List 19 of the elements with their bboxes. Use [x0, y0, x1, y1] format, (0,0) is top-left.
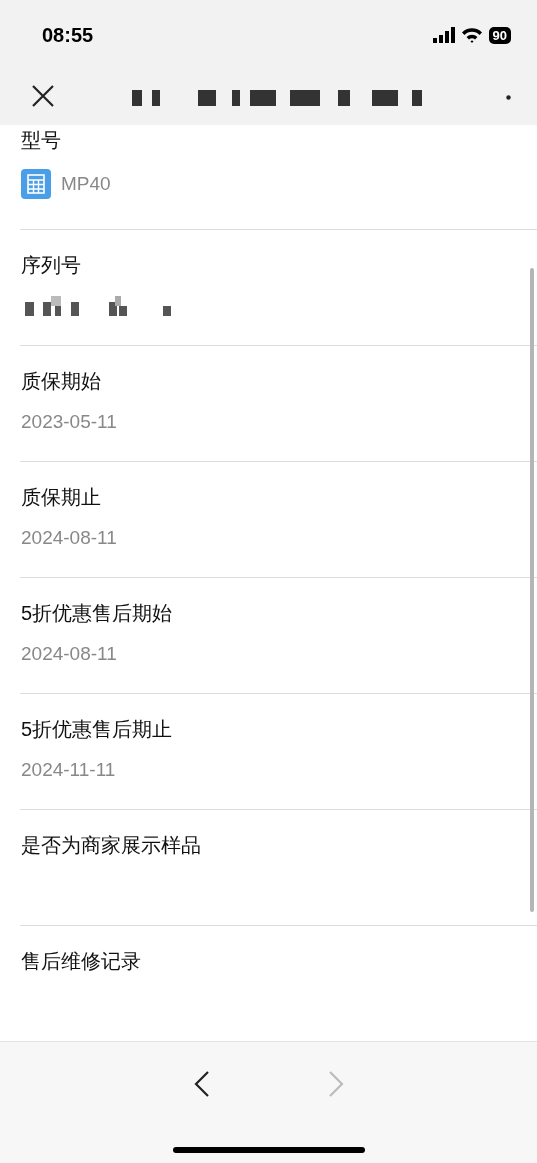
more-icon[interactable]	[506, 95, 511, 100]
status-time: 08:55	[42, 23, 94, 47]
field-label: 5折优惠售后期止	[21, 717, 173, 742]
field-value: 2024-08-11	[21, 642, 117, 666]
field-value: MP40	[61, 172, 111, 196]
field-label: 5折优惠售后期始	[21, 601, 173, 626]
battery-level: 90	[488, 26, 511, 44]
field-value: 2024-08-11	[21, 526, 117, 550]
signal-icon	[432, 27, 455, 43]
field-value: 2024-11-11	[21, 758, 116, 782]
table-icon	[21, 169, 51, 199]
wifi-icon	[460, 27, 483, 43]
field-value: 2023-05-11	[21, 410, 117, 434]
field-label: 质保期止	[21, 485, 101, 510]
field-label: 型号	[21, 128, 61, 153]
field-label: 质保期始	[21, 369, 101, 394]
field-label: 售后维修记录	[21, 949, 141, 974]
field-label: 序列号	[21, 253, 81, 278]
field-label: 是否为商家展示样品	[21, 833, 201, 858]
